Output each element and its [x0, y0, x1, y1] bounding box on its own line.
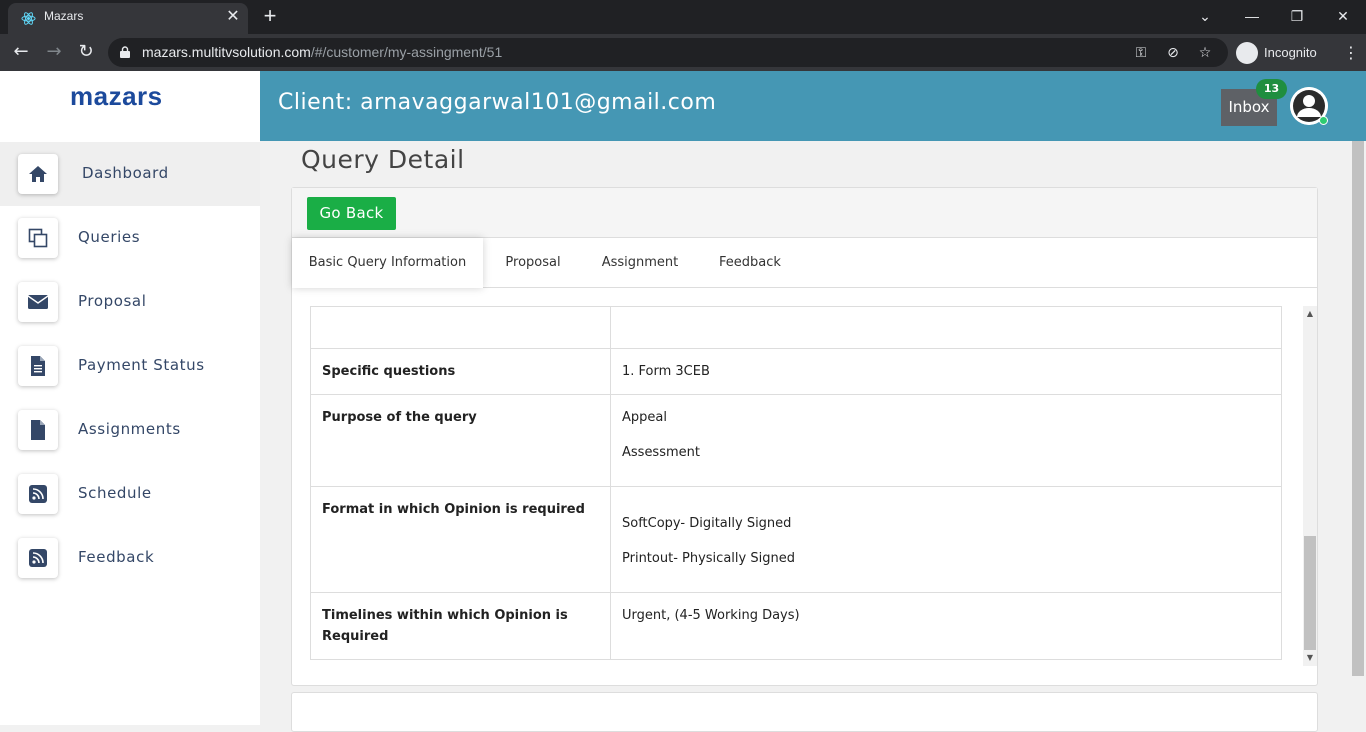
row-value-text: SoftCopy- Digitally Signed	[622, 516, 792, 531]
sidebar: mazars Dashboard Queries Proposal Paymen…	[0, 71, 260, 725]
page-title: Query Detail	[301, 145, 465, 174]
sidebar-item-label: Proposal	[78, 292, 147, 310]
row-value	[610, 306, 1282, 349]
table-row: Format in which Opinion is required Soft…	[310, 486, 1282, 593]
row-value: Appeal Assessment	[610, 394, 1282, 487]
scroll-up-icon[interactable]: ▲	[1303, 306, 1317, 322]
tab-title: Mazars	[44, 9, 84, 23]
incognito-icon	[1236, 41, 1258, 64]
star-icon[interactable]: ☆	[1196, 44, 1214, 62]
lock-icon	[120, 46, 130, 58]
table-scrollbar[interactable]: ▲ ▼	[1303, 306, 1317, 666]
react-icon	[21, 12, 36, 25]
table-row	[310, 306, 1282, 349]
sidebar-item-queries[interactable]: Queries	[0, 206, 260, 270]
row-label: Specific questions	[310, 348, 611, 395]
sidebar-item-label: Dashboard	[82, 164, 169, 182]
file-icon	[18, 410, 58, 450]
row-label: Purpose of the query	[310, 394, 611, 487]
browser-toolbar: ← → ↻ mazars.multitvsolution.com/#/custo…	[0, 34, 1366, 71]
sidebar-item-label: Payment Status	[78, 356, 205, 374]
sidebar-item-dashboard[interactable]: Dashboard	[0, 142, 260, 206]
address-bar[interactable]: mazars.multitvsolution.com/#/customer/my…	[108, 38, 1228, 67]
envelope-icon	[18, 282, 58, 322]
copy-icon	[18, 218, 58, 258]
url-text: mazars.multitvsolution.com/#/customer/my…	[142, 44, 503, 60]
sidebar-item-schedule[interactable]: Schedule	[0, 462, 260, 526]
row-value-text: Printout- Physically Signed	[622, 551, 795, 566]
row-value: SoftCopy- Digitally Signed Printout- Phy…	[610, 486, 1282, 593]
sidebar-item-label: Queries	[78, 228, 141, 246]
row-value-text: Urgent, (4-5 Working Days)	[622, 608, 800, 623]
tab-proposal[interactable]: Proposal	[493, 238, 573, 288]
browser-tab[interactable]: Mazars ✕	[8, 3, 248, 34]
main-content: Query Detail Go Back Basic Query Informa…	[260, 141, 1350, 732]
close-tab-icon[interactable]: ✕	[224, 7, 242, 25]
tab-feedback[interactable]: Feedback	[709, 238, 791, 288]
row-label: Timelines within which Opinion is Requir…	[310, 592, 611, 660]
scroll-thumb[interactable]	[1304, 536, 1316, 650]
row-value-text: Assessment	[622, 445, 700, 460]
sidebar-item-label: Feedback	[78, 548, 155, 566]
row-value-text: 1. Form 3CEB	[622, 364, 710, 379]
forward-icon[interactable]: →	[42, 40, 66, 64]
secondary-card	[291, 692, 1318, 732]
tab-search-icon[interactable]: ⌄	[1190, 4, 1220, 28]
restore-icon[interactable]: ❐	[1282, 4, 1312, 28]
tab-basic-query-information[interactable]: Basic Query Information	[292, 238, 483, 288]
close-window-icon[interactable]: ✕	[1328, 4, 1358, 28]
row-value-text: Appeal	[622, 410, 667, 425]
logo-area: mazars	[0, 71, 260, 141]
table-row: Purpose of the query Appeal Assessment	[310, 394, 1282, 487]
sidebar-item-payment-status[interactable]: Payment Status	[0, 334, 260, 398]
row-value: Urgent, (4-5 Working Days)	[610, 592, 1282, 660]
go-back-button[interactable]: Go Back	[307, 197, 396, 230]
home-icon	[18, 154, 58, 194]
tab-assignment[interactable]: Assignment	[594, 238, 686, 288]
query-info-table: Specific questions 1. Form 3CEB Purpose …	[310, 306, 1282, 660]
key-icon[interactable]: ⚿	[1132, 44, 1150, 62]
mazars-logo[interactable]: mazars	[70, 81, 163, 112]
rss-icon	[18, 474, 58, 514]
browser-menu-icon[interactable]: ⋮	[1343, 42, 1359, 64]
table-row: Timelines within which Opinion is Requir…	[310, 592, 1282, 660]
new-tab-icon[interactable]: +	[259, 4, 281, 28]
query-detail-card: Go Back Basic Query Information Proposal…	[291, 187, 1318, 686]
page-scrollbar[interactable]	[1350, 141, 1366, 725]
rss-icon	[18, 538, 58, 578]
sidebar-item-feedback[interactable]: Feedback	[0, 526, 260, 590]
sidebar-item-assignments[interactable]: Assignments	[0, 398, 260, 462]
back-icon[interactable]: ←	[9, 40, 33, 64]
client-title: Client: arnavaggarwal101@gmail.com	[278, 90, 717, 115]
card-header: Go Back	[292, 188, 1317, 238]
eye-off-icon[interactable]: ⊘	[1164, 44, 1182, 62]
inbox-count-badge: 13	[1256, 79, 1287, 99]
query-info-table-container[interactable]: Specific questions 1. Form 3CEB Purpose …	[310, 306, 1317, 666]
reload-icon[interactable]: ↻	[74, 40, 98, 64]
scroll-down-icon[interactable]: ▼	[1303, 650, 1317, 666]
row-value: 1. Form 3CEB	[610, 348, 1282, 395]
file-text-icon	[18, 346, 58, 386]
row-label: Format in which Opinion is required	[310, 486, 611, 593]
app-header: Client: arnavaggarwal101@gmail.com Inbox…	[260, 71, 1366, 141]
sidebar-item-label: Schedule	[78, 484, 152, 502]
page-scroll-thumb[interactable]	[1352, 141, 1364, 676]
tab-bar: Basic Query Information Proposal Assignm…	[292, 238, 1317, 288]
row-label	[310, 306, 611, 349]
sidebar-item-proposal[interactable]: Proposal	[0, 270, 260, 334]
minimize-icon[interactable]: —	[1237, 4, 1267, 28]
incognito-indicator[interactable]: Incognito	[1230, 39, 1327, 66]
table-row: Specific questions 1. Form 3CEB	[310, 348, 1282, 395]
sidebar-item-label: Assignments	[78, 420, 181, 438]
online-status-dot	[1319, 116, 1328, 125]
browser-titlebar: Mazars ✕ + ⌄ — ❐ ✕	[0, 0, 1366, 34]
